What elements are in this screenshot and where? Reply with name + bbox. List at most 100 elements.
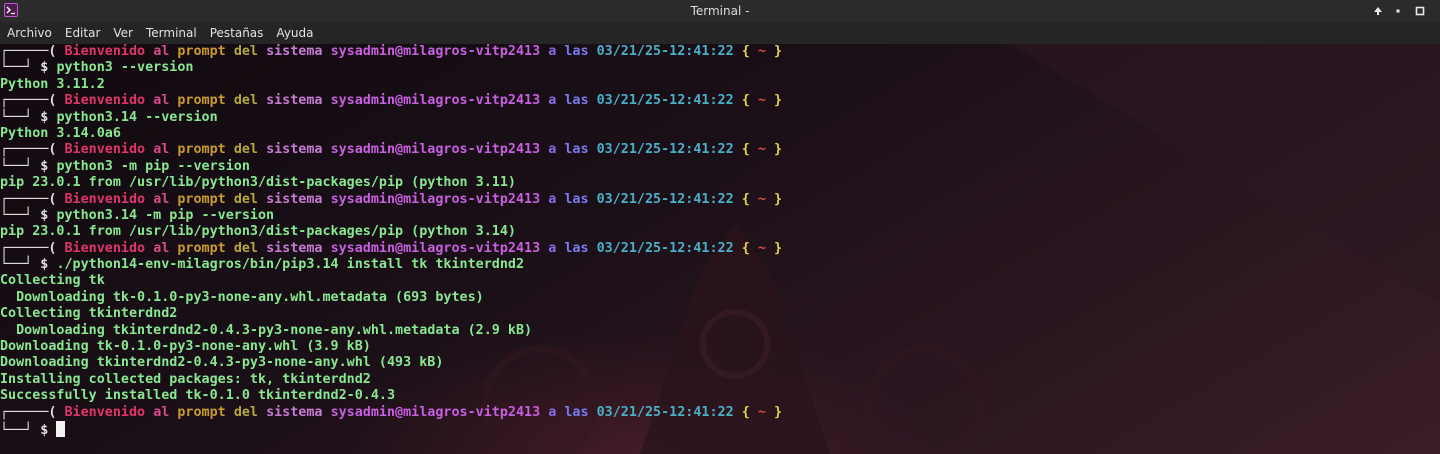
prompt-word: Bienvenido	[64, 240, 146, 256]
prompt-word-a: a	[548, 142, 557, 158]
prompt-word: prompt	[177, 44, 226, 59]
prompt-user-host: sysadmin@milagros-vitp2413	[330, 404, 541, 420]
prompt-box-bottom: └──┘ $	[0, 60, 49, 76]
prompt-word: sistema	[266, 240, 323, 256]
menu-editar[interactable]: Editar	[58, 22, 107, 44]
prompt-box-top: ┌─────(	[0, 93, 57, 109]
prompt-timestamp: 03/21/25-12:41:22	[596, 404, 734, 420]
terminal-window: Terminal - Archivo Editar Ver Terminal P…	[0, 0, 1440, 454]
output-line: Successfully installed tk-0.1.0 tkinterd…	[0, 388, 396, 404]
prompt-user-host: sysadmin@milagros-vitp2413	[330, 191, 541, 207]
command-line: └──┘ $ python3 -m pip --version	[0, 159, 1440, 175]
menu-terminal[interactable]: Terminal	[139, 22, 203, 44]
prompt-word-las: las	[564, 240, 589, 256]
prompt-header-line: ┌─────( Bienvenido al prompt del sistema…	[0, 241, 1440, 257]
prompt-directory: ~	[757, 240, 766, 256]
prompt-close-brace: }	[773, 240, 783, 256]
maximize-up-icon[interactable]	[1368, 0, 1388, 22]
prompt-open-brace: {	[741, 240, 750, 256]
output-line: pip 23.0.1 from /usr/lib/python3/dist-pa…	[0, 175, 516, 191]
menu-ayuda[interactable]: Ayuda	[269, 22, 319, 44]
menu-ver[interactable]: Ver	[106, 22, 139, 44]
prompt-close-brace: }	[773, 191, 783, 207]
prompt-word: prompt	[177, 93, 226, 109]
menu-bar: Archivo Editar Ver Terminal Pestañas Ayu…	[0, 22, 1440, 44]
prompt-word: al	[153, 404, 170, 420]
prompt-word: sistema	[266, 404, 323, 420]
prompt-box-top: ┌─────(	[0, 44, 57, 59]
prompt-directory: ~	[757, 93, 766, 109]
prompt-header-line: ┌─────( Bienvenido al prompt del sistema…	[0, 44, 1440, 60]
command-text: ./python14-env-milagros/bin/pip3.14 inst…	[56, 257, 525, 273]
prompt-word: del	[233, 191, 258, 207]
prompt-box-bottom: └──┘ $	[0, 109, 49, 125]
output-line: Installing collected packages: tk, tkint…	[0, 371, 371, 387]
prompt-word: sistema	[266, 191, 323, 207]
prompt-word-a: a	[548, 240, 557, 256]
prompt-user-host: sysadmin@milagros-vitp2413	[330, 44, 541, 59]
prompt-timestamp: 03/21/25-12:41:22	[596, 93, 734, 109]
prompt-box-top: ┌─────(	[0, 240, 57, 256]
prompt-word: del	[233, 44, 258, 59]
window-title: Terminal -	[690, 4, 750, 18]
command-text: python3.14 -m pip --version	[56, 207, 275, 223]
menu-archivo[interactable]: Archivo	[0, 22, 58, 44]
prompt-word-a: a	[548, 44, 557, 59]
prompt-close-brace: }	[773, 44, 783, 59]
prompt-word-las: las	[564, 404, 589, 420]
prompt-user-host: sysadmin@milagros-vitp2413	[330, 240, 541, 256]
prompt-directory: ~	[757, 191, 766, 207]
prompt-box-top: ┌─────(	[0, 191, 57, 207]
prompt-box-top: ┌─────(	[0, 404, 57, 420]
output-line: Python 3.11.2	[0, 76, 105, 92]
prompt-timestamp: 03/21/25-12:41:22	[596, 191, 734, 207]
text-cursor[interactable]	[56, 420, 66, 437]
menu-pestanas[interactable]: Pestañas	[203, 22, 270, 44]
prompt-word: al	[153, 191, 170, 207]
prompt-header-line: ┌─────( Bienvenido al prompt del sistema…	[0, 93, 1440, 109]
prompt-box-bottom: └──┘ $	[0, 422, 49, 438]
prompt-word: prompt	[177, 142, 226, 158]
prompt-word-a: a	[548, 93, 557, 109]
output-line: Downloading tkinterdnd2-0.4.3-py3-none-a…	[0, 322, 533, 338]
command-text: python3.14 --version	[56, 109, 218, 125]
command-text: python3 --version	[56, 60, 194, 76]
output-line: Downloading tkinterdnd2-0.4.3-py3-none-a…	[0, 355, 444, 371]
output-line: Python 3.14.0a6	[0, 125, 121, 141]
command-line: └──┘ $ python3.14 -m pip --version	[0, 208, 1440, 224]
terminal-output: ┌─────( Bienvenido al prompt del sistema…	[0, 44, 1440, 438]
prompt-word: prompt	[177, 404, 226, 420]
prompt-open-brace: {	[741, 404, 750, 420]
prompt-word: Bienvenido	[64, 93, 146, 109]
prompt-word: Bienvenido	[64, 142, 146, 158]
prompt-word: del	[233, 142, 258, 158]
active-input-line[interactable]: └──┘ $	[0, 420, 1440, 438]
prompt-directory: ~	[757, 142, 766, 158]
prompt-close-brace: }	[773, 93, 783, 109]
prompt-close-brace: }	[773, 142, 783, 158]
title-bar[interactable]: Terminal -	[0, 0, 1440, 22]
terminal-area[interactable]: ┌─────( Bienvenido al prompt del sistema…	[0, 44, 1440, 454]
prompt-word: sistema	[266, 142, 323, 158]
prompt-box-bottom: └──┘ $	[0, 158, 49, 174]
prompt-word-las: las	[564, 142, 589, 158]
prompt-word: sistema	[266, 93, 323, 109]
close-icon[interactable]	[1410, 0, 1430, 22]
prompt-word-las: las	[564, 191, 589, 207]
prompt-open-brace: {	[741, 44, 750, 59]
prompt-open-brace: {	[741, 93, 750, 109]
output-line: Collecting tkinterdnd2	[0, 306, 178, 322]
prompt-word: prompt	[177, 240, 226, 256]
output-line: Collecting tk	[0, 273, 105, 289]
prompt-word: sistema	[266, 44, 323, 59]
prompt-user-host: sysadmin@milagros-vitp2413	[330, 142, 541, 158]
output-line: Downloading tk-0.1.0-py3-none-any.whl.me…	[0, 289, 484, 305]
prompt-word-las: las	[564, 44, 589, 59]
prompt-word: al	[153, 93, 170, 109]
prompt-word-las: las	[564, 93, 589, 109]
prompt-word: del	[233, 93, 258, 109]
prompt-word: Bienvenido	[64, 404, 146, 420]
minimize-icon[interactable]	[1388, 0, 1408, 22]
output-line: pip 23.0.1 from /usr/lib/python3/dist-pa…	[0, 224, 516, 240]
prompt-directory: ~	[757, 44, 766, 59]
